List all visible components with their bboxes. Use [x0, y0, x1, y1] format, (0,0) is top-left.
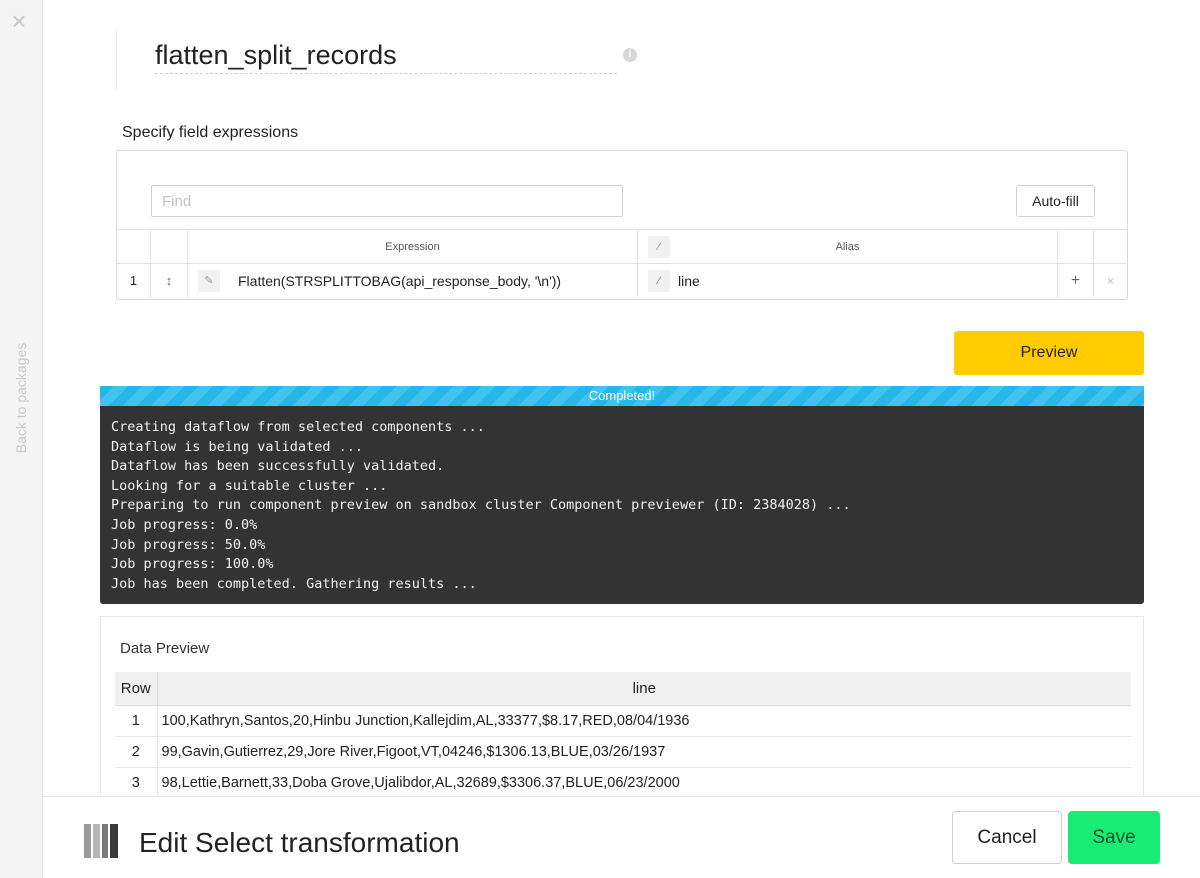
preview-status-label: Completed!: [588, 388, 656, 403]
header-expression-cell: Expression: [188, 230, 638, 263]
log-line: Creating dataflow from selected componen…: [111, 419, 485, 435]
data-preview-header-row: Row line: [115, 672, 1131, 706]
edit-expression-icon[interactable]: ✎: [198, 269, 220, 292]
line-value-cell: 100,Kathryn,Santos,20,Hinbu Junction,Kal…: [157, 705, 1131, 737]
header-add-cell: [1058, 230, 1094, 263]
left-rail: × Back to packages: [0, 0, 43, 878]
log-line: Job progress: 50.0%: [111, 536, 266, 553]
footer-title: Edit Select transformation: [139, 827, 460, 858]
row-number: 1: [117, 264, 151, 297]
row-number-cell: 3: [115, 767, 158, 796]
alias-value: line: [678, 272, 700, 289]
expression-row: 1 ↕ ✎ Flatten(STRSPLITTOBAG(api_response…: [117, 263, 1127, 297]
row-number-cell: 1: [115, 705, 158, 737]
auto-fill-button[interactable]: Auto-fill: [1016, 185, 1095, 217]
preview-log-console: Creating dataflow from selected componen…: [100, 406, 1144, 604]
data-preview-title: Data Preview: [120, 640, 210, 657]
component-name-block: i: [116, 28, 637, 90]
expression-column-header: Expression: [385, 240, 440, 253]
select-transformation-icon: [84, 824, 119, 858]
save-button[interactable]: Save: [1068, 811, 1160, 864]
header-num-cell: [117, 230, 151, 263]
header-alias-cell: ⁄ Alias: [638, 230, 1058, 263]
preview-progress-bar: Completed!: [100, 386, 1144, 406]
log-line: Job progress: 0.0%: [111, 516, 258, 533]
log-line: Preparing to run component preview on sa…: [111, 497, 851, 514]
cancel-button[interactable]: Cancel: [952, 811, 1062, 864]
header-drag-cell: [151, 230, 188, 263]
field-expressions-panel: Auto-fill Expression ⁄ Alias 1 ↕ ✎ Flatt…: [116, 150, 1128, 300]
close-icon[interactable]: ×: [8, 8, 30, 34]
data-preview-panel: Data Preview Row line 1 100,Kathryn,Sant…: [100, 616, 1144, 796]
table-row: 2 99,Gavin,Gutierrez,29,Jore River,Figoo…: [115, 736, 1131, 768]
table-row: 3 98,Lettie,Barnett,33,Doba Grove,Ujalib…: [115, 767, 1131, 796]
alias-column-header: Alias: [835, 240, 860, 253]
alias-wand-icon[interactable]: ⁄: [648, 269, 670, 292]
alias-cell[interactable]: ⁄ line: [638, 264, 1058, 297]
data-preview-table: Row line 1 100,Kathryn,Santos,20,Hinbu J…: [115, 672, 1131, 796]
table-row: 1 100,Kathryn,Santos,20,Hinbu Junction,K…: [115, 705, 1131, 737]
add-row-icon[interactable]: +: [1058, 264, 1094, 297]
row-column-header: Row: [115, 672, 158, 706]
line-column-header: line: [157, 672, 1131, 706]
preview-button[interactable]: Preview: [954, 331, 1144, 375]
component-name-input[interactable]: [155, 38, 617, 74]
log-line: Dataflow is being validated ...: [111, 438, 363, 455]
remove-row-icon[interactable]: ×: [1094, 264, 1127, 297]
log-line: Job has been completed. Gathering result…: [111, 575, 477, 592]
expression-value: Flatten(STRSPLITTOBAG(api_response_body,…: [238, 272, 562, 289]
log-line: Job progress: 100.0%: [111, 556, 274, 573]
back-to-packages-link[interactable]: Back to packages: [13, 343, 29, 454]
drag-handle-icon[interactable]: ↕: [151, 264, 188, 297]
log-line: Dataflow has been successfully validated…: [111, 458, 445, 475]
info-icon[interactable]: i: [623, 48, 637, 62]
footer-bar: Edit Select transformation Cancel Save: [43, 796, 1200, 878]
row-number-cell: 2: [115, 736, 158, 768]
field-expressions-title: Specify field expressions: [122, 124, 299, 141]
expression-cell[interactable]: ✎ Flatten(STRSPLITTOBAG(api_response_bod…: [188, 264, 638, 297]
header-remove-cell: [1094, 230, 1127, 263]
line-value-cell: 98,Lettie,Barnett,33,Doba Grove,Ujalibdo…: [157, 767, 1131, 796]
expressions-header-row: Expression ⁄ Alias: [117, 229, 1127, 263]
line-value-cell: 99,Gavin,Gutierrez,29,Jore River,Figoot,…: [157, 736, 1131, 768]
find-input[interactable]: [151, 185, 623, 217]
log-line: Looking for a suitable cluster ...: [111, 477, 388, 494]
